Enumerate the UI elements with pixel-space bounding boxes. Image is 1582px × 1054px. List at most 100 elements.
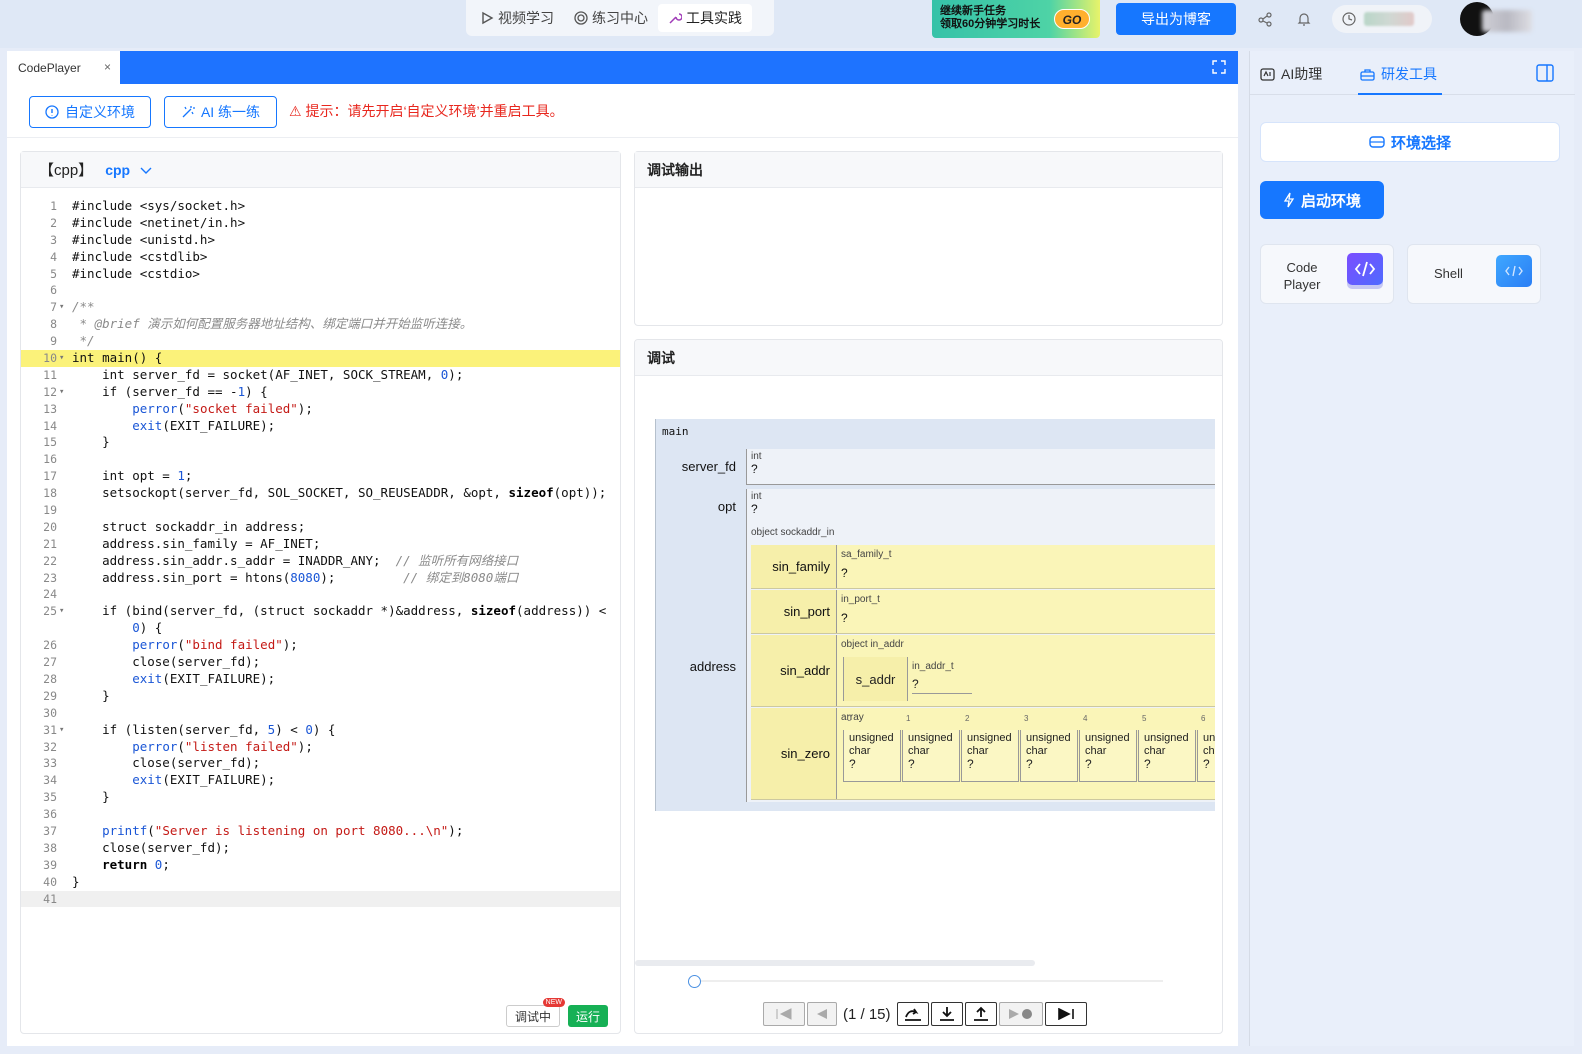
- code-line[interactable]: 7 ▾ /**: [21, 299, 620, 316]
- code-line[interactable]: 6: [21, 282, 620, 299]
- line-number: 9: [50, 334, 57, 349]
- code-line[interactable]: 14 exit(EXIT_FAILURE);: [21, 418, 620, 435]
- custom-env-button[interactable]: 自定义环境: [29, 96, 151, 128]
- line-number: 11: [43, 367, 57, 382]
- language-tag: 【cpp】: [39, 162, 94, 179]
- export-blog-button[interactable]: 导出为博客: [1116, 3, 1236, 35]
- run-button[interactable]: 运行: [568, 1005, 608, 1027]
- array-index: 2: [965, 714, 970, 723]
- fold-arrow-icon[interactable]: ▾: [59, 722, 64, 739]
- tab-dev-tools[interactable]: 研发工具: [1360, 64, 1437, 84]
- code-line[interactable]: 35 }: [21, 789, 620, 806]
- code-line[interactable]: 33 close(server_fd);: [21, 755, 620, 772]
- step-slider-knob[interactable]: [688, 975, 701, 988]
- code-line[interactable]: 18 setsockopt(server_fd, SOL_SOCKET, SO_…: [21, 485, 620, 502]
- code-line[interactable]: 16: [21, 451, 620, 468]
- line-number: 40: [43, 874, 57, 889]
- nav-practice-center[interactable]: 练习中心: [564, 4, 658, 32]
- card-codeplayer[interactable]: Code Player: [1260, 244, 1394, 304]
- code-line[interactable]: 11 int server_fd = socket(AF_INET, SOCK_…: [21, 367, 620, 384]
- code-line[interactable]: 30: [21, 705, 620, 722]
- code-line[interactable]: 5 #include <cstdio>: [21, 266, 620, 283]
- code-line[interactable]: 24: [21, 586, 620, 603]
- code-line[interactable]: 31 ▾ if (listen(server_fd, 5) < 0) {: [21, 722, 620, 739]
- code-line[interactable]: 0) {: [21, 620, 620, 637]
- debugging-button[interactable]: 调试中 NEW: [506, 998, 565, 1027]
- close-icon[interactable]: ×: [104, 60, 111, 74]
- fullscreen-icon[interactable]: [1212, 60, 1226, 79]
- card-shell[interactable]: Shell: [1407, 244, 1541, 304]
- code-line[interactable]: 37 printf("Server is listening on port 8…: [21, 823, 620, 840]
- code-line[interactable]: 28 exit(EXIT_FAILURE);: [21, 671, 620, 688]
- code-line[interactable]: 27 close(server_fd);: [21, 654, 620, 671]
- code-line[interactable]: 9 */: [21, 333, 620, 350]
- code-line[interactable]: 13 perror("socket failed");: [21, 401, 620, 418]
- code-line[interactable]: 3 #include <unistd.h>: [21, 232, 620, 249]
- sidebar-toggle-icon[interactable]: [1536, 64, 1554, 82]
- promo-go-button[interactable]: GO: [1054, 9, 1090, 29]
- line-number: 19: [43, 503, 57, 518]
- code-line[interactable]: 19: [21, 502, 620, 519]
- horizontal-scrollbar[interactable]: [635, 960, 1035, 966]
- line-number: 37: [43, 823, 57, 838]
- code-line[interactable]: 26 perror("bind failed");: [21, 637, 620, 654]
- step-out-button[interactable]: [964, 1002, 997, 1026]
- editor-header: 【cpp】 cpp: [21, 152, 620, 188]
- env-select-button[interactable]: 环境选择: [1260, 122, 1560, 162]
- nav-video-learning[interactable]: 视频学习: [470, 4, 564, 32]
- object-type: object sockaddr_in: [751, 527, 835, 538]
- code-line[interactable]: 32 perror("listen failed");: [21, 739, 620, 756]
- fold-arrow-icon[interactable]: ▾: [59, 299, 64, 316]
- tab-ai-assistant[interactable]: AI助理: [1260, 64, 1322, 84]
- step-over-button[interactable]: [896, 1002, 929, 1026]
- code-line[interactable]: 25 ▾ if (bind(server_fd, (struct sockaddr…: [21, 603, 620, 620]
- code-line[interactable]: 1 #include <sys/socket.h>: [21, 198, 620, 215]
- code-line[interactable]: 22 address.sin_addr.s_addr = INADDR_ANY;…: [21, 553, 620, 570]
- code-line[interactable]: 20 struct sockaddr_in address;: [21, 519, 620, 536]
- code-line[interactable]: 8 * @brief 演示如何配置服务器地址结构、绑定端口并开始监听连接。: [21, 316, 620, 333]
- prev-step-button[interactable]: [807, 1002, 837, 1026]
- code-line[interactable]: 21 address.sin_family = AF_INET;: [21, 536, 620, 553]
- code-line[interactable]: 40}: [21, 874, 620, 891]
- fold-arrow-icon[interactable]: ▾: [59, 384, 64, 401]
- first-step-button[interactable]: [763, 1002, 805, 1026]
- line-text: perror("listen failed");: [132, 738, 313, 754]
- skip-first-icon: [776, 1008, 792, 1020]
- code-line[interactable]: 38 close(server_fd);: [21, 840, 620, 857]
- code-line[interactable]: 2 #include <netinet/in.h>: [21, 215, 620, 232]
- language-select[interactable]: cpp: [105, 162, 152, 178]
- code-line[interactable]: 17 int opt = 1;: [21, 468, 620, 485]
- code-line[interactable]: 4 #include <cstdlib>: [21, 249, 620, 266]
- var-value-box: int ?: [746, 449, 1215, 485]
- study-timer[interactable]: [1332, 5, 1432, 33]
- line-text: exit(EXIT_FAILURE);: [132, 772, 276, 788]
- last-step-button[interactable]: [1044, 1002, 1087, 1026]
- step-track[interactable]: [695, 980, 1163, 982]
- ai-practice-button[interactable]: AI 练一练: [164, 96, 277, 128]
- code-line[interactable]: 34 exit(EXIT_FAILURE);: [21, 772, 620, 789]
- card-shell-label: Shell: [1434, 266, 1463, 281]
- tab-codeplayer[interactable]: CodePlayer ×: [7, 51, 120, 84]
- code-line[interactable]: 23 address.sin_port = htons(8080); // 绑定…: [21, 570, 620, 587]
- nav-tool-practice[interactable]: 工具实践: [658, 4, 752, 32]
- code-line[interactable]: 29 }: [21, 688, 620, 705]
- code-line[interactable]: 36: [21, 806, 620, 823]
- step-into-button[interactable]: [930, 1002, 963, 1026]
- fold-arrow-icon[interactable]: ▾: [59, 603, 64, 620]
- share-icon[interactable]: [1255, 9, 1275, 29]
- right-tabs: AI助理 研发工具: [1250, 51, 1575, 95]
- start-env-button[interactable]: 启动环境: [1260, 181, 1384, 219]
- promo-banner[interactable]: 继续新手任务 领取60分钟学习时长 GO: [932, 0, 1100, 38]
- code-line[interactable]: 39 return 0;: [21, 857, 620, 874]
- code-line[interactable]: 15 }: [21, 434, 620, 451]
- magic-wand-icon: [182, 106, 195, 118]
- bell-icon[interactable]: [1294, 9, 1314, 29]
- code-line[interactable]: 41: [21, 890, 620, 908]
- code-line[interactable]: 12 ▾ if (server_fd == -1) {: [21, 384, 620, 401]
- code-area[interactable]: 1 #include <sys/socket.h> 2 #include <netin…: [21, 198, 620, 908]
- run-to-breakpoint-button[interactable]: [998, 1002, 1043, 1026]
- fold-arrow-icon[interactable]: ▾: [59, 350, 64, 367]
- line-number: 4: [50, 249, 57, 264]
- terminal-icon: [1496, 255, 1532, 287]
- code-line[interactable]: 10 ▾ int main() {: [21, 350, 620, 367]
